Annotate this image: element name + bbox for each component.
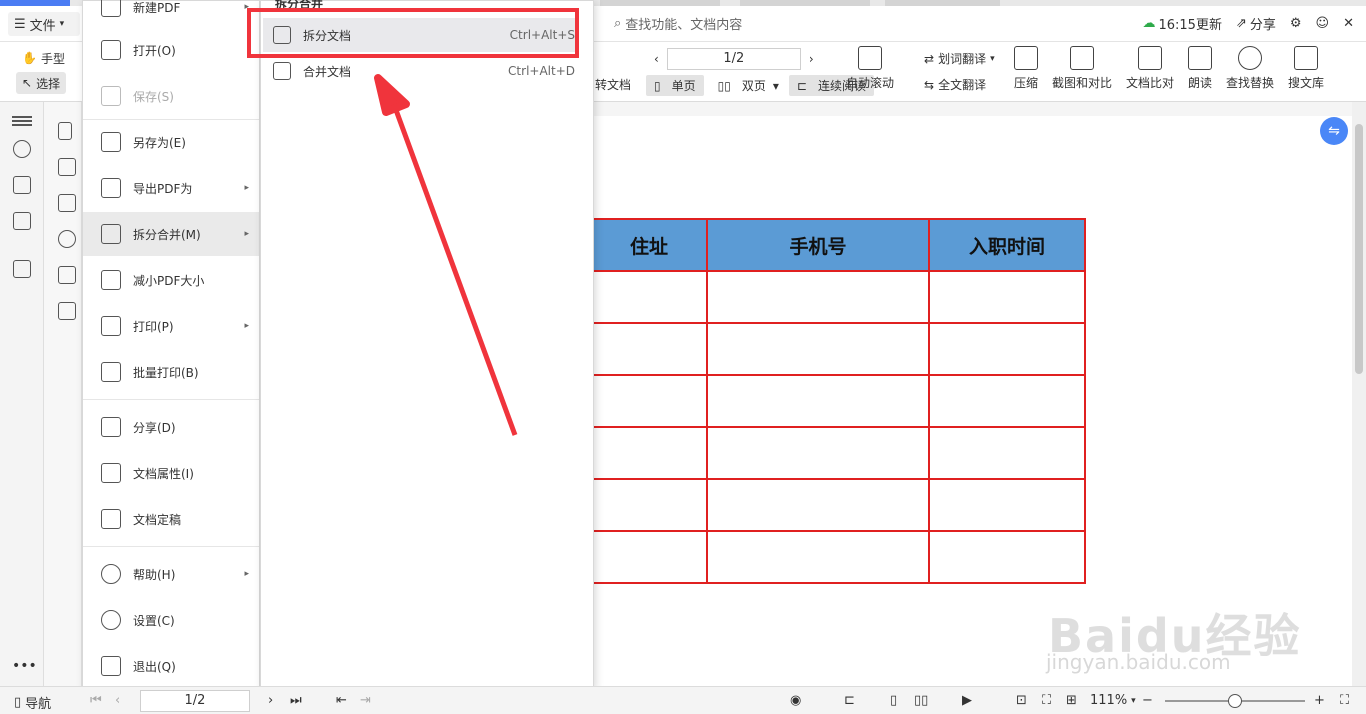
- zoom-level[interactable]: 111% ▾: [1090, 693, 1136, 708]
- next-page-button[interactable]: ›: [268, 693, 273, 708]
- fit-page-icon[interactable]: ⛶: [1042, 693, 1051, 708]
- navigation-toggle[interactable]: ▯ 导航: [14, 693, 51, 712]
- continuous-view-icon[interactable]: ⊏: [844, 693, 855, 708]
- single-page-icon[interactable]: ▯: [890, 693, 897, 708]
- annotation-arrow-head: [374, 74, 410, 116]
- sidebar-icon: ▯: [14, 695, 22, 710]
- fullscreen-icon[interactable]: ⛶: [1340, 693, 1349, 708]
- back-icon[interactable]: ⇤: [336, 693, 347, 708]
- status-page-input[interactable]: 1/2: [140, 690, 250, 712]
- forward-icon[interactable]: ⇥: [360, 693, 371, 708]
- zoom-out-icon[interactable]: −: [1142, 693, 1153, 708]
- last-page-button[interactable]: ⏭: [290, 693, 302, 708]
- actual-size-icon[interactable]: ⊡: [1016, 693, 1027, 708]
- status-bar: ▯ 导航 ⏮ ‹ 1/2 › ⏭ ⇤ ⇥ ◉ ⊏ ▯ ▯▯ ▶ ⊡ ⛶ ⊞ 11…: [0, 686, 1366, 714]
- first-page-button[interactable]: ⏮: [90, 693, 102, 708]
- fit-width-icon[interactable]: ⊞: [1066, 693, 1077, 708]
- zoom-in-icon[interactable]: +: [1314, 693, 1325, 708]
- zoom-slider-knob[interactable]: [1228, 694, 1242, 708]
- play-icon[interactable]: ▶: [962, 693, 972, 708]
- prev-page-button[interactable]: ‹: [115, 693, 120, 708]
- watermark-url: jingyan.baidu.com: [1046, 650, 1231, 674]
- annotation-arrow-shaft: [393, 109, 518, 436]
- eye-icon[interactable]: ◉: [790, 693, 801, 708]
- double-page-icon[interactable]: ▯▯: [914, 693, 928, 708]
